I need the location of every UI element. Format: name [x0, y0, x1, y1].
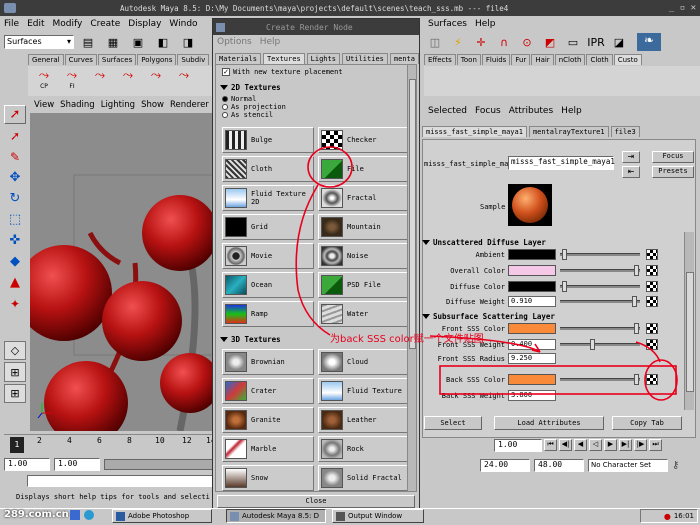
- clock: 16:01: [673, 512, 694, 520]
- annotation-arrow-map: [635, 341, 661, 363]
- system-tray: ● 16:01: [640, 509, 698, 523]
- watermark: 289.com.cn: [4, 509, 69, 520]
- taskbar-photoshop-label: Adobe Photoshop: [128, 512, 190, 520]
- output-icon: [336, 511, 345, 521]
- annotation-arrow-line: [295, 184, 331, 336]
- annotation-overlay: [295, 146, 678, 401]
- annotation-circle-file: [307, 146, 353, 188]
- taskbar-maya-label: Autodesk Maya 8.5: D: [242, 512, 320, 520]
- taskbar-maya[interactable]: Autodesk Maya 8.5: D: [226, 509, 326, 523]
- annotation-text: 为back SSS color赋一个文件贴图: [330, 334, 484, 345]
- annotation-box-back-sss: [439, 365, 677, 395]
- photoshop-icon: [116, 511, 125, 521]
- maya-task-icon: [230, 511, 239, 521]
- ie-icon[interactable]: [84, 510, 94, 520]
- show-desktop-icon[interactable]: [70, 510, 80, 520]
- taskbar-output-label: Output Window: [348, 512, 403, 520]
- taskbar-output[interactable]: Output Window: [332, 509, 424, 523]
- quicklaunch-icons: [70, 510, 94, 520]
- tray-icon[interactable]: ●: [664, 512, 671, 521]
- taskbar-photoshop[interactable]: Adobe Photoshop: [112, 509, 212, 523]
